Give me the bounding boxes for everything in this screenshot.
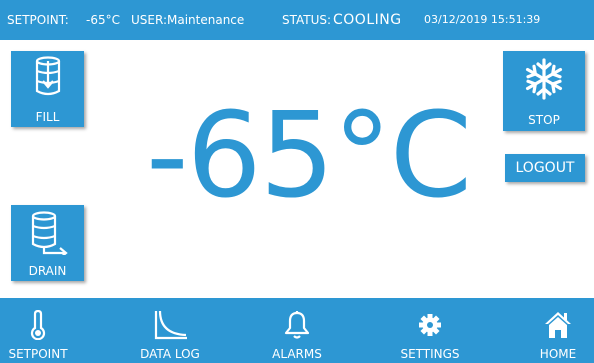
nav-alarms-label: ALARMS [272, 347, 322, 361]
home-icon [545, 312, 571, 338]
stop-label: STOP [528, 113, 560, 127]
snowflake-icon [525, 58, 563, 100]
setpoint-label: SETPOINT: [7, 13, 69, 27]
drain-label: DRAIN [28, 264, 67, 278]
nav-settings-label: SETTINGS [400, 347, 460, 361]
user-label: USER: [131, 13, 167, 27]
drain-button[interactable]: DRAIN [11, 205, 84, 281]
nav-alarms[interactable]: ALARMS [262, 298, 332, 363]
nav-home[interactable]: HOME [530, 298, 586, 363]
datetime: 03/12/2019 15:51:39 [424, 13, 541, 26]
nav-data-log[interactable]: DATA LOG [130, 298, 210, 363]
user-value: Maintenance [167, 13, 245, 27]
status-label: STATUS: [282, 13, 332, 27]
bell-icon [284, 311, 310, 339]
status-bar: SETPOINT: -65°C USER: Maintenance STATUS… [0, 0, 594, 40]
setpoint-value: -65°C [86, 13, 120, 27]
gear-icon [419, 314, 441, 336]
thermometer-icon [30, 310, 46, 340]
fill-button[interactable]: FILL [11, 51, 84, 127]
nav-settings[interactable]: SETTINGS [392, 298, 468, 363]
bottom-nav: SETPOINT DATA LOG ALARMS SETTINGS HOME [0, 298, 594, 363]
logout-button[interactable]: LOGOUT [505, 154, 585, 182]
nav-home-label: HOME [539, 347, 577, 361]
barrel-fill-icon [35, 56, 61, 96]
stop-button[interactable]: STOP [503, 51, 585, 131]
temperature-readout: -65°C [146, 86, 472, 224]
nav-setpoint-label: SETPOINT [8, 347, 68, 361]
barrel-drain-icon [31, 211, 68, 255]
nav-setpoint[interactable]: SETPOINT [0, 298, 76, 363]
curve-chart-icon [154, 310, 187, 340]
fill-label: FILL [35, 110, 60, 124]
status-value: COOLING [333, 12, 402, 28]
nav-data-log-label: DATA LOG [140, 347, 200, 361]
